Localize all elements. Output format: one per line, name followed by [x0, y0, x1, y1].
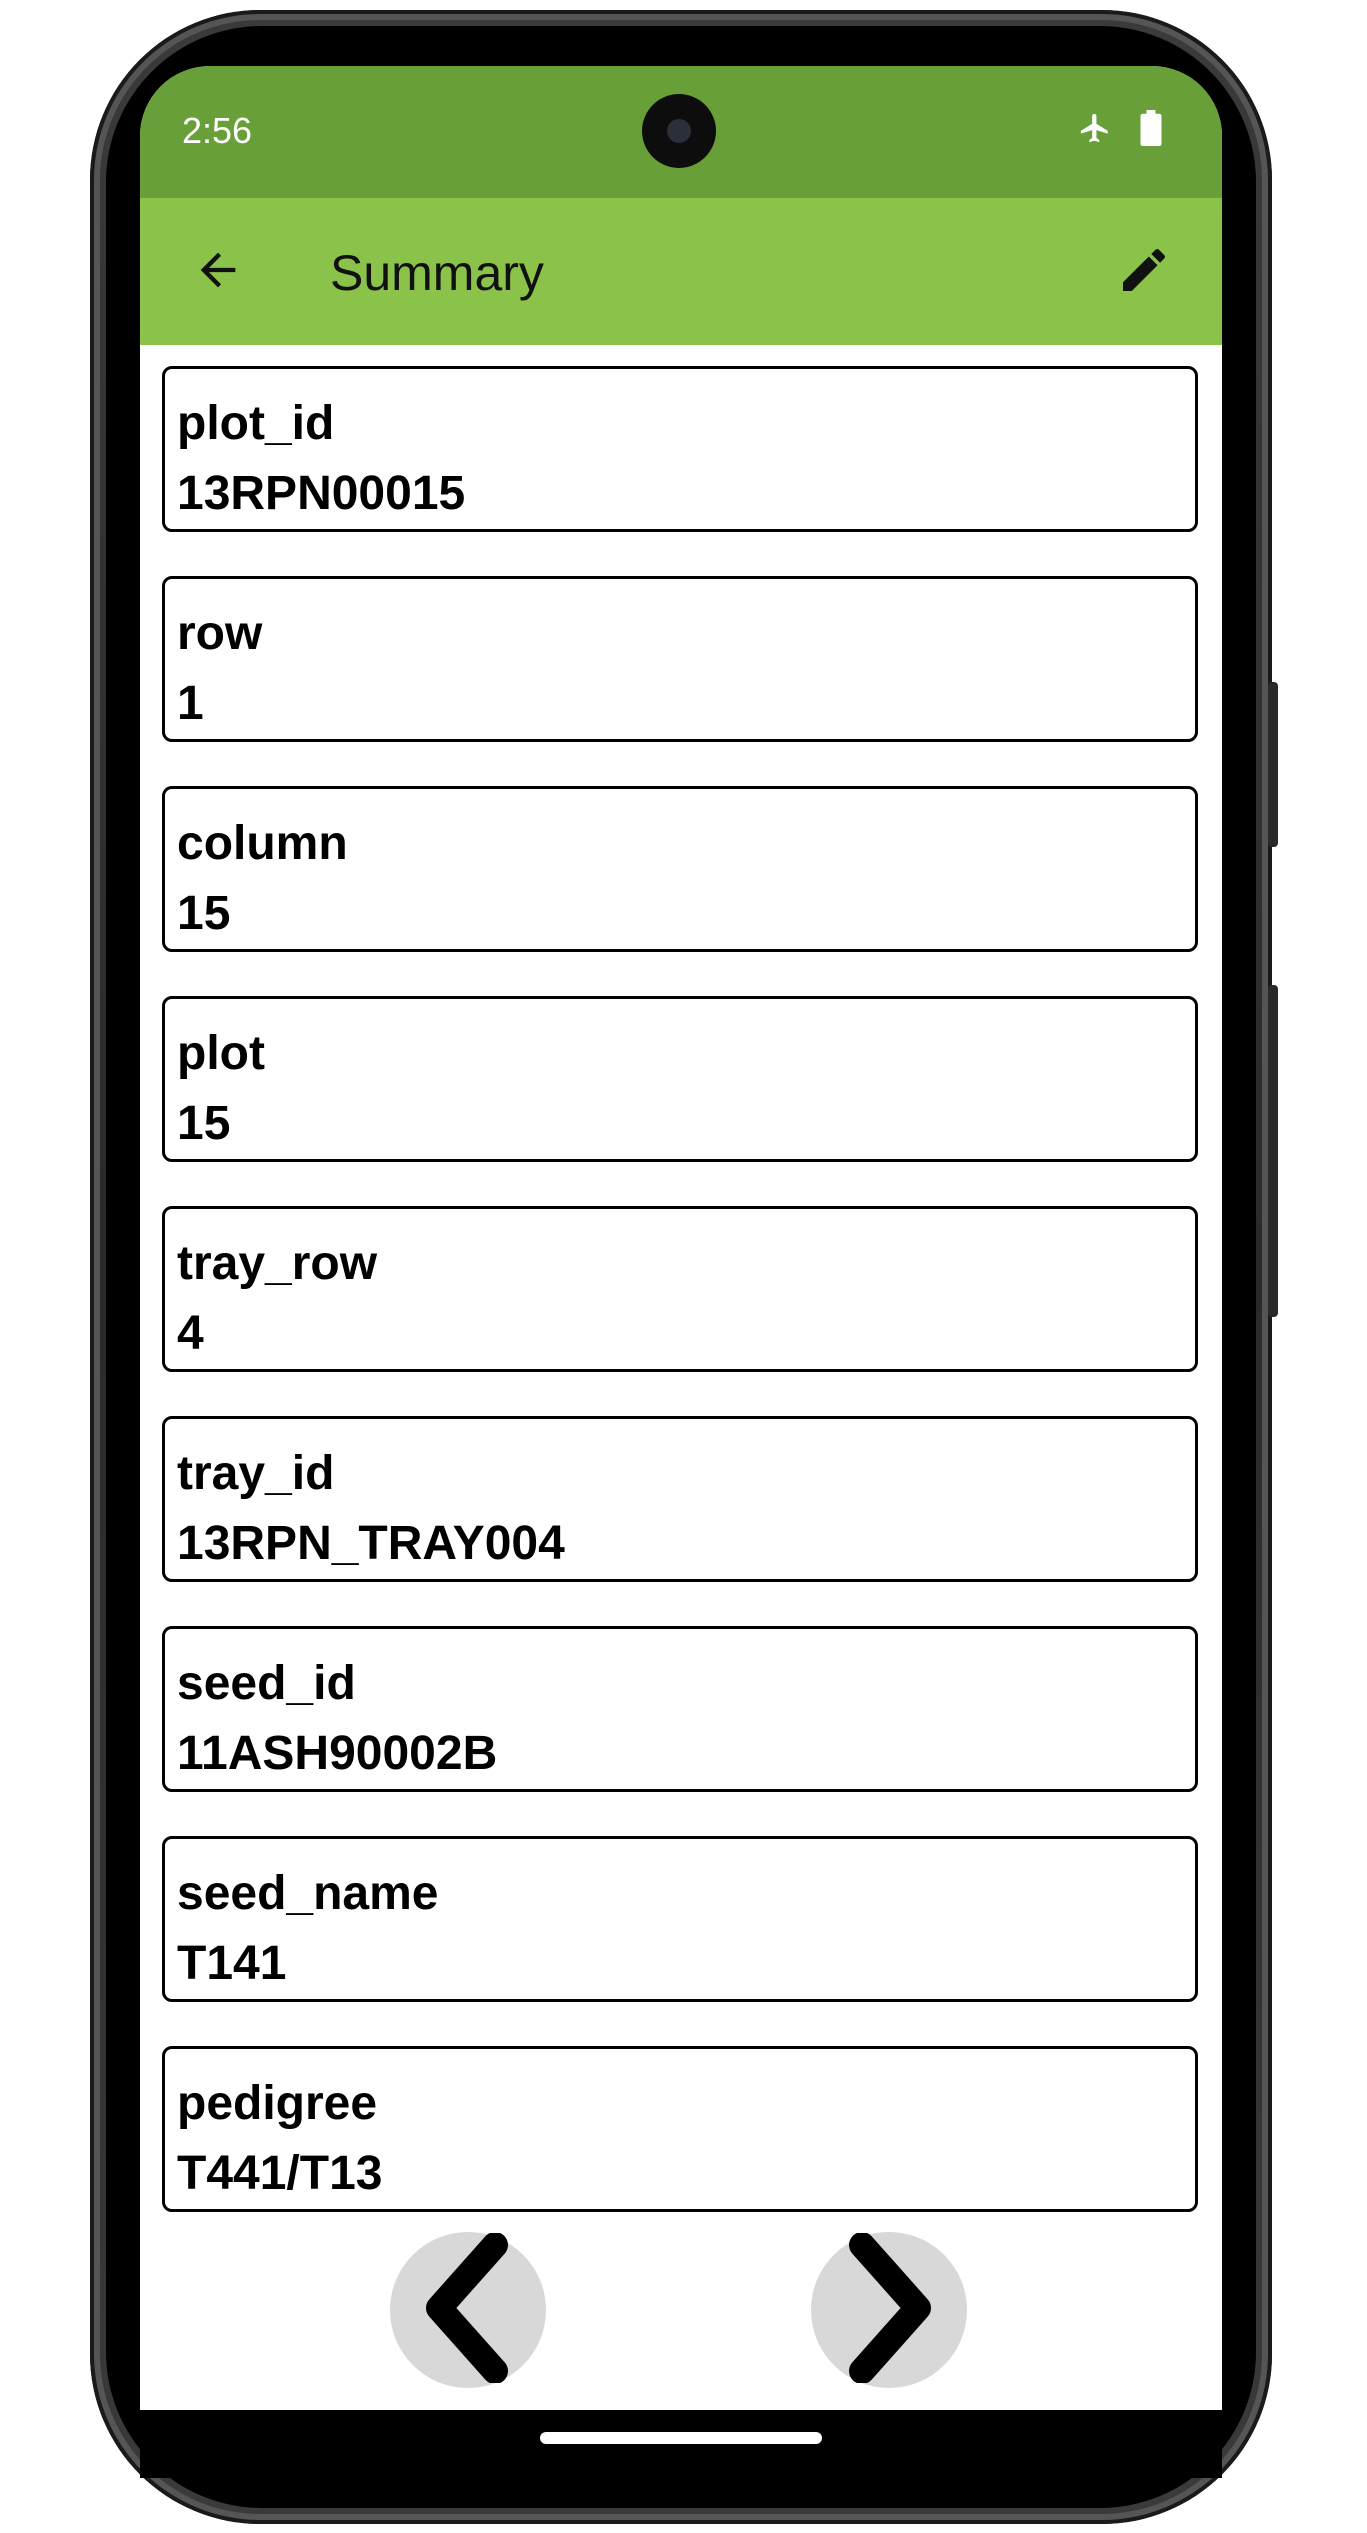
status-time: 2:56: [182, 110, 253, 151]
field-value: 4: [177, 1307, 204, 1360]
next-button[interactable]: [811, 2231, 967, 2388]
field-card-seed-id: seed_id 11ASH90002B: [162, 1626, 1198, 1792]
battery-icon: [1140, 110, 1162, 151]
field-label: column: [177, 817, 348, 870]
chevron-right-icon: [834, 2231, 944, 2388]
screen: 2:56 Summary plot_id 13RPN00015 row 1 co…: [140, 66, 1222, 2410]
field-label: seed_id: [177, 1657, 356, 1710]
front-camera: [642, 94, 716, 168]
app-bar: Summary: [140, 198, 1222, 345]
power-button: [1268, 985, 1278, 1317]
field-value: 15: [177, 1097, 231, 1150]
status-icons: [1078, 110, 1162, 151]
field-card-tray-row: tray_row 4: [162, 1206, 1198, 1372]
field-label: tray_id: [177, 1447, 335, 1500]
field-value: 1: [177, 677, 204, 730]
previous-button[interactable]: [390, 2231, 546, 2388]
field-value: 13RPN00015: [177, 467, 466, 520]
edit-button[interactable]: [1106, 234, 1182, 310]
pencil-icon: [1116, 242, 1172, 303]
field-value: T441/T13: [177, 2147, 383, 2200]
system-nav-bar: [140, 2410, 1222, 2478]
field-value: T141: [177, 1937, 287, 1990]
field-card-column: column 15: [162, 786, 1198, 952]
chevron-left-icon: [413, 2231, 523, 2388]
airplane-mode-icon: [1078, 111, 1112, 150]
field-value: 15: [177, 887, 231, 940]
field-card-plot-id: plot_id 13RPN00015: [162, 366, 1198, 532]
field-card-pedigree: pedigree T441/T13: [162, 2046, 1198, 2212]
back-button[interactable]: [180, 234, 256, 310]
field-value: 11ASH90002B: [177, 1727, 498, 1780]
summary-list: plot_id 13RPN00015 row 1 column 15 plot …: [162, 366, 1198, 2256]
field-label: seed_name: [177, 1867, 439, 1920]
field-card-plot: plot 15: [162, 996, 1198, 1162]
page-title: Summary: [330, 245, 544, 301]
field-value: 13RPN_TRAY004: [177, 1517, 565, 1570]
volume-button: [1268, 682, 1278, 847]
home-indicator[interactable]: [540, 2432, 822, 2444]
field-card-row: row 1: [162, 576, 1198, 742]
field-label: tray_row: [177, 1237, 378, 1290]
field-label: row: [177, 607, 263, 660]
arrow-back-icon: [192, 244, 244, 301]
field-label: plot_id: [177, 397, 335, 450]
field-label: plot: [177, 1027, 265, 1080]
field-card-seed-name: seed_name T141: [162, 1836, 1198, 2002]
status-bar: 2:56: [140, 66, 1222, 198]
field-label: pedigree: [177, 2077, 378, 2130]
field-card-tray-id: tray_id 13RPN_TRAY004: [162, 1416, 1198, 1582]
